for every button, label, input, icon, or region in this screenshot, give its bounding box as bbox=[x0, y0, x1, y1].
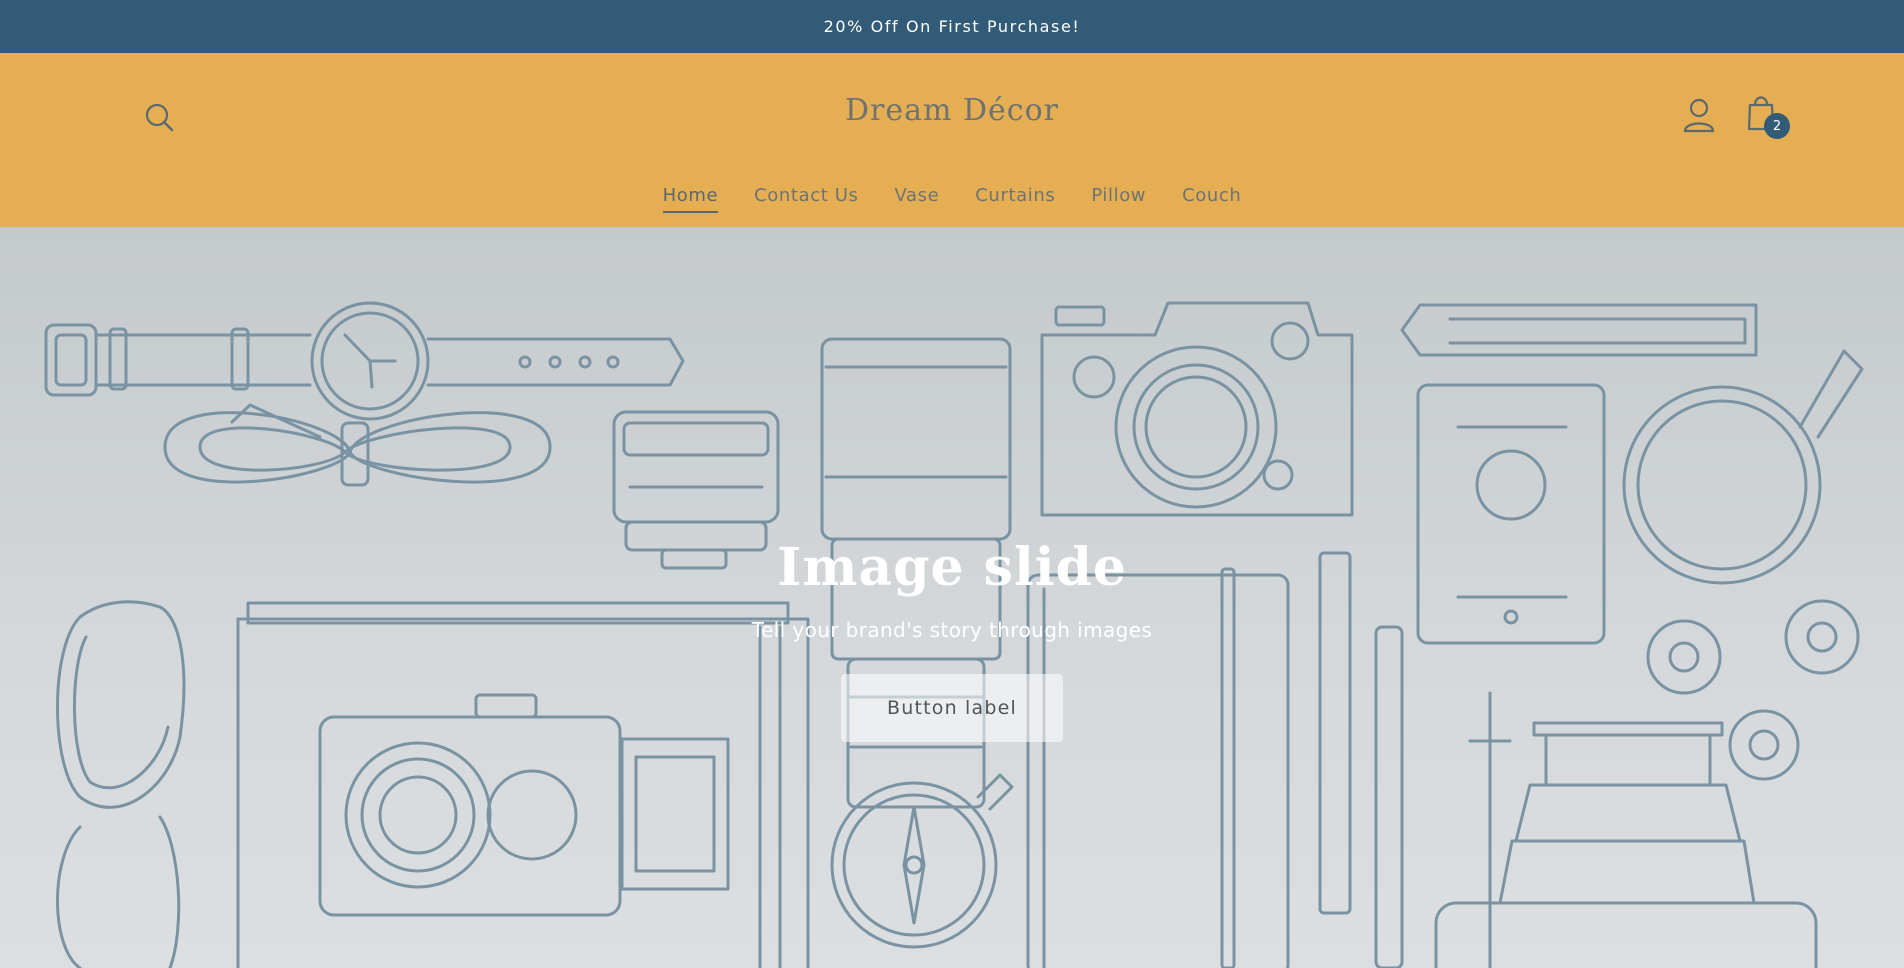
announcement-bar: 20% Off On First Purchase! bbox=[0, 0, 1904, 53]
site-header: Dream Décor 2 Home Contact Us Vase Curta… bbox=[0, 53, 1904, 227]
announcement-text: 20% Off On First Purchase! bbox=[823, 17, 1081, 36]
nav-item-couch[interactable]: Couch bbox=[1164, 181, 1259, 211]
nav-item-pillow[interactable]: Pillow bbox=[1073, 181, 1164, 211]
watch-illustration bbox=[44, 301, 685, 421]
hero-subtitle: Tell your brand's story through images bbox=[751, 618, 1153, 642]
nav-item-vase[interactable]: Vase bbox=[876, 181, 957, 211]
main-nav: Home Contact Us Vase Curtains Pillow Cou… bbox=[0, 181, 1904, 213]
nav-item-contact-us[interactable]: Contact Us bbox=[736, 181, 876, 211]
nav-item-home[interactable]: Home bbox=[645, 181, 737, 213]
hero-cta-button[interactable]: Button label bbox=[841, 674, 1063, 742]
cart-button[interactable]: 2 bbox=[1742, 91, 1790, 141]
hero-title: Image slide bbox=[777, 537, 1127, 598]
cart-count-badge: 2 bbox=[1764, 113, 1790, 139]
camera-illustration bbox=[1040, 301, 1354, 517]
site-logo[interactable]: Dream Décor bbox=[0, 93, 1904, 128]
hero-slideshow: Image slide Tell your brand's story thro… bbox=[0, 227, 1904, 968]
account-icon bbox=[1683, 98, 1715, 133]
pencil-illustration bbox=[1400, 303, 1758, 357]
nav-item-curtains[interactable]: Curtains bbox=[957, 181, 1073, 211]
hero-content: Image slide Tell your brand's story thro… bbox=[0, 537, 1904, 742]
account-button[interactable] bbox=[1680, 95, 1718, 137]
